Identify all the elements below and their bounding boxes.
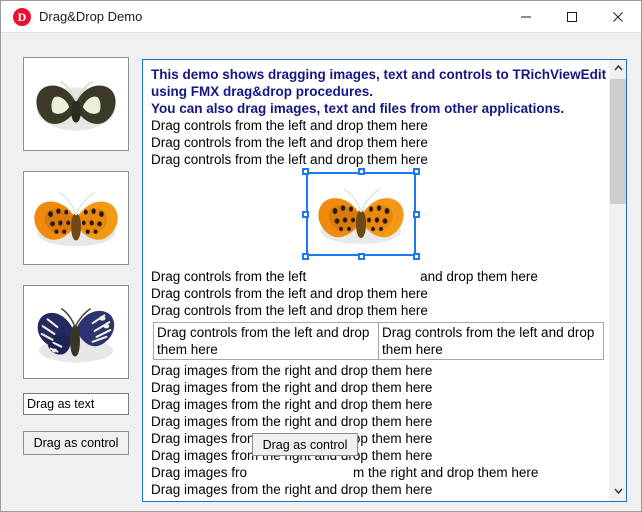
editor-text-line: Drag images from the right and drop them…	[151, 498, 608, 501]
heading-line: using FMX drag&drop procedures.	[151, 84, 374, 99]
resize-handle-w[interactable]	[302, 211, 309, 218]
chevron-down-icon	[613, 488, 623, 494]
scroll-down-button[interactable]	[609, 483, 626, 501]
heading-line: You can also drag images, text and files…	[151, 101, 565, 116]
drag-as-control-button[interactable]: Drag as control	[23, 431, 129, 455]
resize-handle-nw[interactable]	[302, 168, 309, 175]
table-cell[interactable]: Drag controls from the left and drop the…	[378, 322, 604, 360]
editor-vertical-scrollbar[interactable]	[608, 60, 626, 501]
editor-text-line: Drag controls from the left and drop the…	[151, 286, 428, 301]
resize-handle-ne[interactable]	[413, 168, 420, 175]
editor-text-line: Drag images from the right and drop them…	[151, 414, 433, 429]
editor-text-line: Drag images from the right and drop them…	[151, 431, 433, 446]
butterfly-orange-fritillary-icon	[34, 191, 118, 247]
rich-view-editor[interactable]: This demo shows dragging images, text an…	[142, 59, 627, 502]
chevron-up-icon	[613, 65, 623, 71]
editor-content[interactable]: This demo shows dragging images, text an…	[143, 60, 608, 501]
editor-text-line: Drag images from the right and drop them…	[151, 363, 433, 378]
app-d-icon: D	[13, 8, 31, 26]
overlap-line-before: Drag controls from the left	[151, 269, 311, 284]
source-panel: Drag as control	[1, 33, 149, 511]
app-window: D Drag&Drop Demo Drag as text Drag as co…	[0, 0, 642, 512]
minimize-button[interactable]	[503, 1, 549, 32]
resize-handle-n[interactable]	[358, 168, 365, 175]
editor-text-line: Drag images from the right and drop them…	[151, 482, 433, 497]
overlap2-before: Drag images fro	[151, 465, 248, 480]
resize-handle-se[interactable]	[413, 253, 420, 260]
thumbnail-butterfly-dark-cream[interactable]	[23, 57, 129, 151]
butterfly-blue-striped-icon	[37, 307, 115, 363]
editor-text-line: Drag controls from the left and drop the…	[151, 303, 428, 318]
editor-text-line: Drag controls from the left and drop the…	[151, 152, 428, 167]
dropped-drag-as-control-button[interactable]: Drag as control	[252, 433, 358, 456]
table-cell[interactable]: Drag controls from the left and drop the…	[153, 322, 379, 360]
close-icon	[613, 11, 623, 22]
scroll-up-button[interactable]	[609, 60, 626, 78]
heading-line: This demo shows dragging images, text an…	[151, 67, 607, 82]
editor-table[interactable]: Drag controls from the left and drop the…	[153, 322, 604, 360]
editor-text-line: Drag controls from the left and drop the…	[151, 118, 428, 133]
table-row: Drag controls from the left and drop the…	[153, 322, 604, 360]
resize-handle-s[interactable]	[358, 253, 365, 260]
thumbnail-butterfly-blue-striped[interactable]	[23, 285, 129, 379]
editor-text-line-with-control: Drag images fro m the right and drop them…	[151, 464, 608, 481]
editor-text-line: Drag images from the right and drop them…	[151, 397, 433, 412]
editor-text-line: Drag controls from the left and drop the…	[151, 135, 428, 150]
editor-text-line: Drag images from the right and drop them…	[151, 380, 433, 395]
editor-text-line: Drag images from the right and drop them…	[151, 448, 433, 463]
maximize-button[interactable]	[549, 1, 595, 32]
close-button[interactable]	[595, 1, 641, 32]
editor-text-line-with-image: Drag controls from the left and drop the…	[151, 268, 608, 285]
overlap-line-after: and drop them here	[420, 269, 538, 284]
resize-handle-sw[interactable]	[302, 253, 309, 260]
thumbnail-butterfly-orange-fritillary[interactable]	[23, 171, 129, 265]
selection-rectangle	[306, 172, 416, 256]
window-title: Drag&Drop Demo	[39, 9, 143, 24]
maximize-icon	[567, 11, 577, 22]
butterfly-dark-cream-icon	[36, 80, 116, 131]
overlap2-after: m the right and drop them here	[353, 465, 539, 480]
selected-inline-image[interactable]	[302, 168, 420, 260]
title-bar: D Drag&Drop Demo	[1, 1, 641, 33]
resize-handle-e[interactable]	[413, 211, 420, 218]
inline-image-row	[151, 168, 608, 268]
minimize-icon	[521, 16, 531, 17]
scrollbar-thumb[interactable]	[610, 79, 626, 204]
drag-as-text-input[interactable]	[23, 393, 129, 415]
